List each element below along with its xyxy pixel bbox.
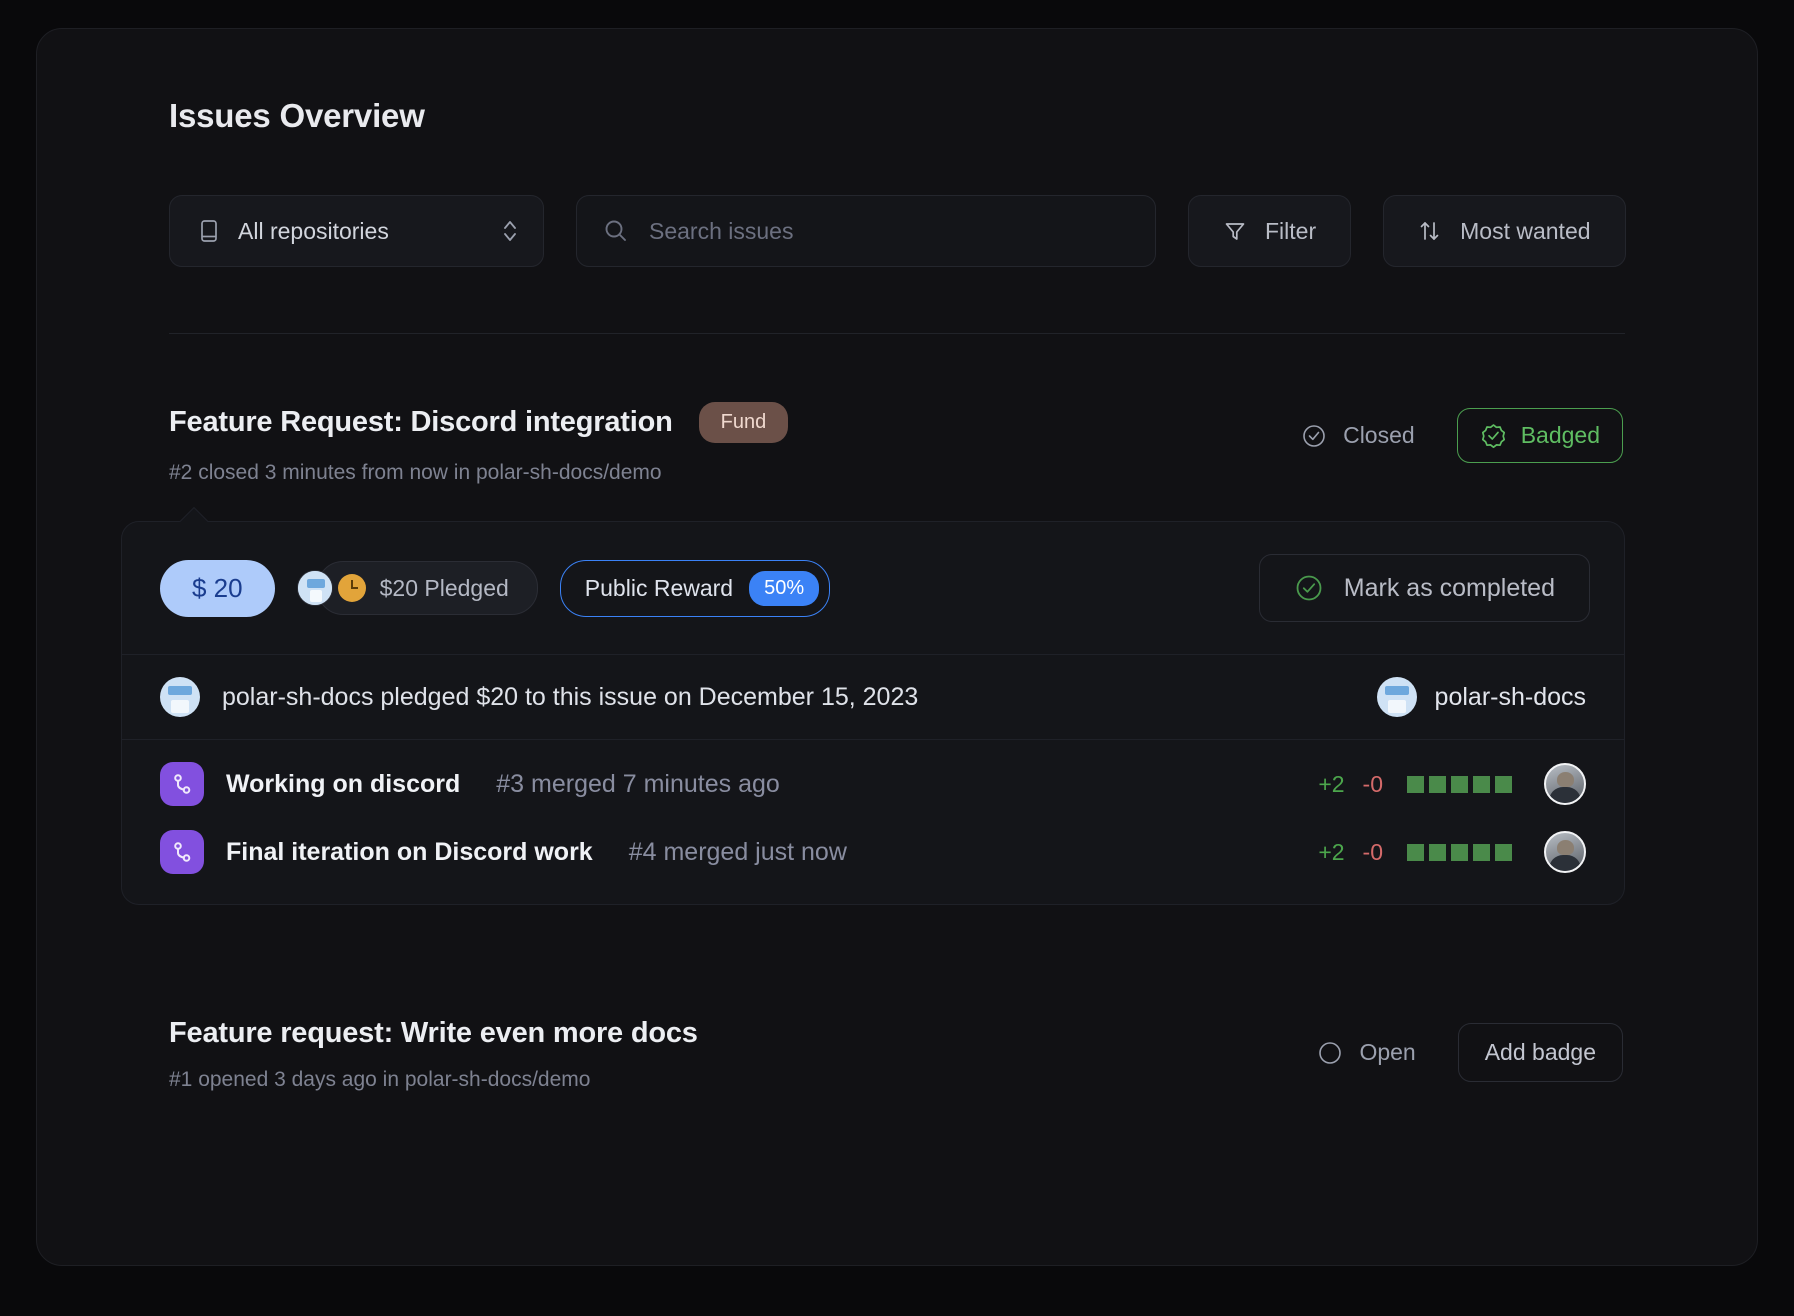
- check-circle-icon: [1294, 573, 1324, 603]
- section-divider: [169, 333, 1625, 334]
- pledger-avatar: [296, 570, 333, 606]
- public-reward-percent: 50%: [749, 570, 820, 606]
- pledge-activity-row: polar-sh-docs pledged $20 to this issue …: [122, 655, 1624, 739]
- repo-icon: [198, 219, 220, 243]
- issues-overview-card: Issues Overview All repositories Search …: [36, 28, 1758, 1266]
- badged-button[interactable]: Badged: [1456, 408, 1623, 463]
- issue-title[interactable]: Feature Request: Discord integration: [169, 406, 673, 439]
- issue-status: Open: [1317, 1039, 1416, 1066]
- pull-request-deletions: -0: [1362, 838, 1383, 865]
- pull-request-additions: +2: [1318, 838, 1345, 865]
- pledged-pill[interactable]: $20 Pledged: [316, 561, 538, 615]
- filter-button[interactable]: Filter: [1188, 195, 1352, 267]
- avatar[interactable]: [1544, 763, 1586, 805]
- pledged-label: $20 Pledged: [379, 574, 509, 601]
- filter-button-label: Filter: [1265, 217, 1317, 244]
- sort-button[interactable]: Most wanted: [1383, 195, 1626, 267]
- circle-icon: [1317, 1040, 1343, 1066]
- git-pull-request-icon: [160, 762, 204, 806]
- verified-badge-icon: [1480, 422, 1507, 449]
- app-root: Issues Overview All repositories Search …: [0, 0, 1794, 1316]
- chevron-up-down-icon: [501, 218, 519, 244]
- mark-as-completed-label: Mark as completed: [1343, 573, 1555, 602]
- pledged-group[interactable]: $20 Pledged: [296, 561, 538, 615]
- pledge-activity-text: polar-sh-docs pledged $20 to this issue …: [222, 682, 919, 711]
- search-input[interactable]: [649, 217, 1131, 245]
- funnel-icon: [1223, 219, 1247, 243]
- fund-badge[interactable]: Fund: [698, 402, 789, 443]
- public-reward-label: Public Reward: [584, 574, 734, 601]
- page-title: Issues Overview: [169, 97, 425, 134]
- issue-header-1: Feature Request: Discord integration Fun…: [37, 400, 1757, 485]
- check-circle-icon: [1301, 423, 1327, 449]
- pledge-summary-row: $ 20 $20 Pledged Public Reward 50% Mark …: [122, 522, 1624, 654]
- diff-blocks: [1407, 843, 1512, 861]
- issue-meta: #2 closed 3 minutes from now in polar-sh…: [169, 461, 662, 484]
- issue-title[interactable]: Feature request: Write even more docs: [169, 1017, 698, 1050]
- pull-request-meta: #3 merged 7 minutes ago: [496, 769, 780, 798]
- add-badge-button[interactable]: Add badge: [1457, 1023, 1623, 1082]
- issue-status-label: Open: [1359, 1039, 1416, 1065]
- issue-status-label: Closed: [1343, 422, 1415, 448]
- org-avatar: [160, 677, 200, 717]
- mark-as-completed-button[interactable]: Mark as completed: [1258, 554, 1590, 622]
- search-icon: [603, 218, 629, 244]
- toolbar: All repositories Search issues Filter Mo…: [169, 195, 1757, 267]
- repository-selector-label: All repositories: [238, 217, 389, 244]
- diff-blocks: [1407, 775, 1512, 793]
- pull-request-row[interactable]: Working on discord #3 merged 7 minutes a…: [122, 750, 1624, 818]
- pull-request-deletions: -0: [1362, 770, 1383, 797]
- badged-button-label: Badged: [1520, 422, 1600, 448]
- issue-header-2: Feature request: Write even more docs #1…: [37, 1015, 1757, 1092]
- pull-request-title: Final iteration on Discord work: [226, 837, 593, 866]
- pull-request-additions: +2: [1318, 770, 1345, 797]
- search-box[interactable]: [576, 195, 1156, 267]
- sort-arrows-icon: [1418, 218, 1442, 244]
- pledge-activity-org-name: polar-sh-docs: [1434, 682, 1586, 711]
- pull-request-title: Working on discord: [226, 769, 461, 798]
- org-avatar: [1376, 677, 1417, 717]
- avatar[interactable]: [1544, 831, 1586, 873]
- pull-request-list: Working on discord #3 merged 7 minutes a…: [122, 740, 1624, 904]
- public-reward-pill[interactable]: Public Reward 50%: [559, 559, 831, 617]
- pledge-card: $ 20 $20 Pledged Public Reward 50% Mark …: [121, 506, 1625, 905]
- sort-button-label: Most wanted: [1460, 217, 1591, 244]
- clock-icon: [337, 574, 366, 602]
- pledge-activity-org[interactable]: polar-sh-docs: [1376, 677, 1586, 717]
- repository-selector[interactable]: All repositories: [169, 195, 544, 267]
- pull-request-row[interactable]: Final iteration on Discord work #4 merge…: [122, 818, 1624, 886]
- pull-request-meta: #4 merged just now: [628, 837, 847, 866]
- issue-meta: #1 opened 3 days ago in polar-sh-docs/de…: [169, 1068, 591, 1091]
- pledge-amount-pill[interactable]: $ 20: [160, 559, 275, 617]
- issue-status: Closed: [1301, 422, 1415, 449]
- git-pull-request-icon: [160, 830, 204, 874]
